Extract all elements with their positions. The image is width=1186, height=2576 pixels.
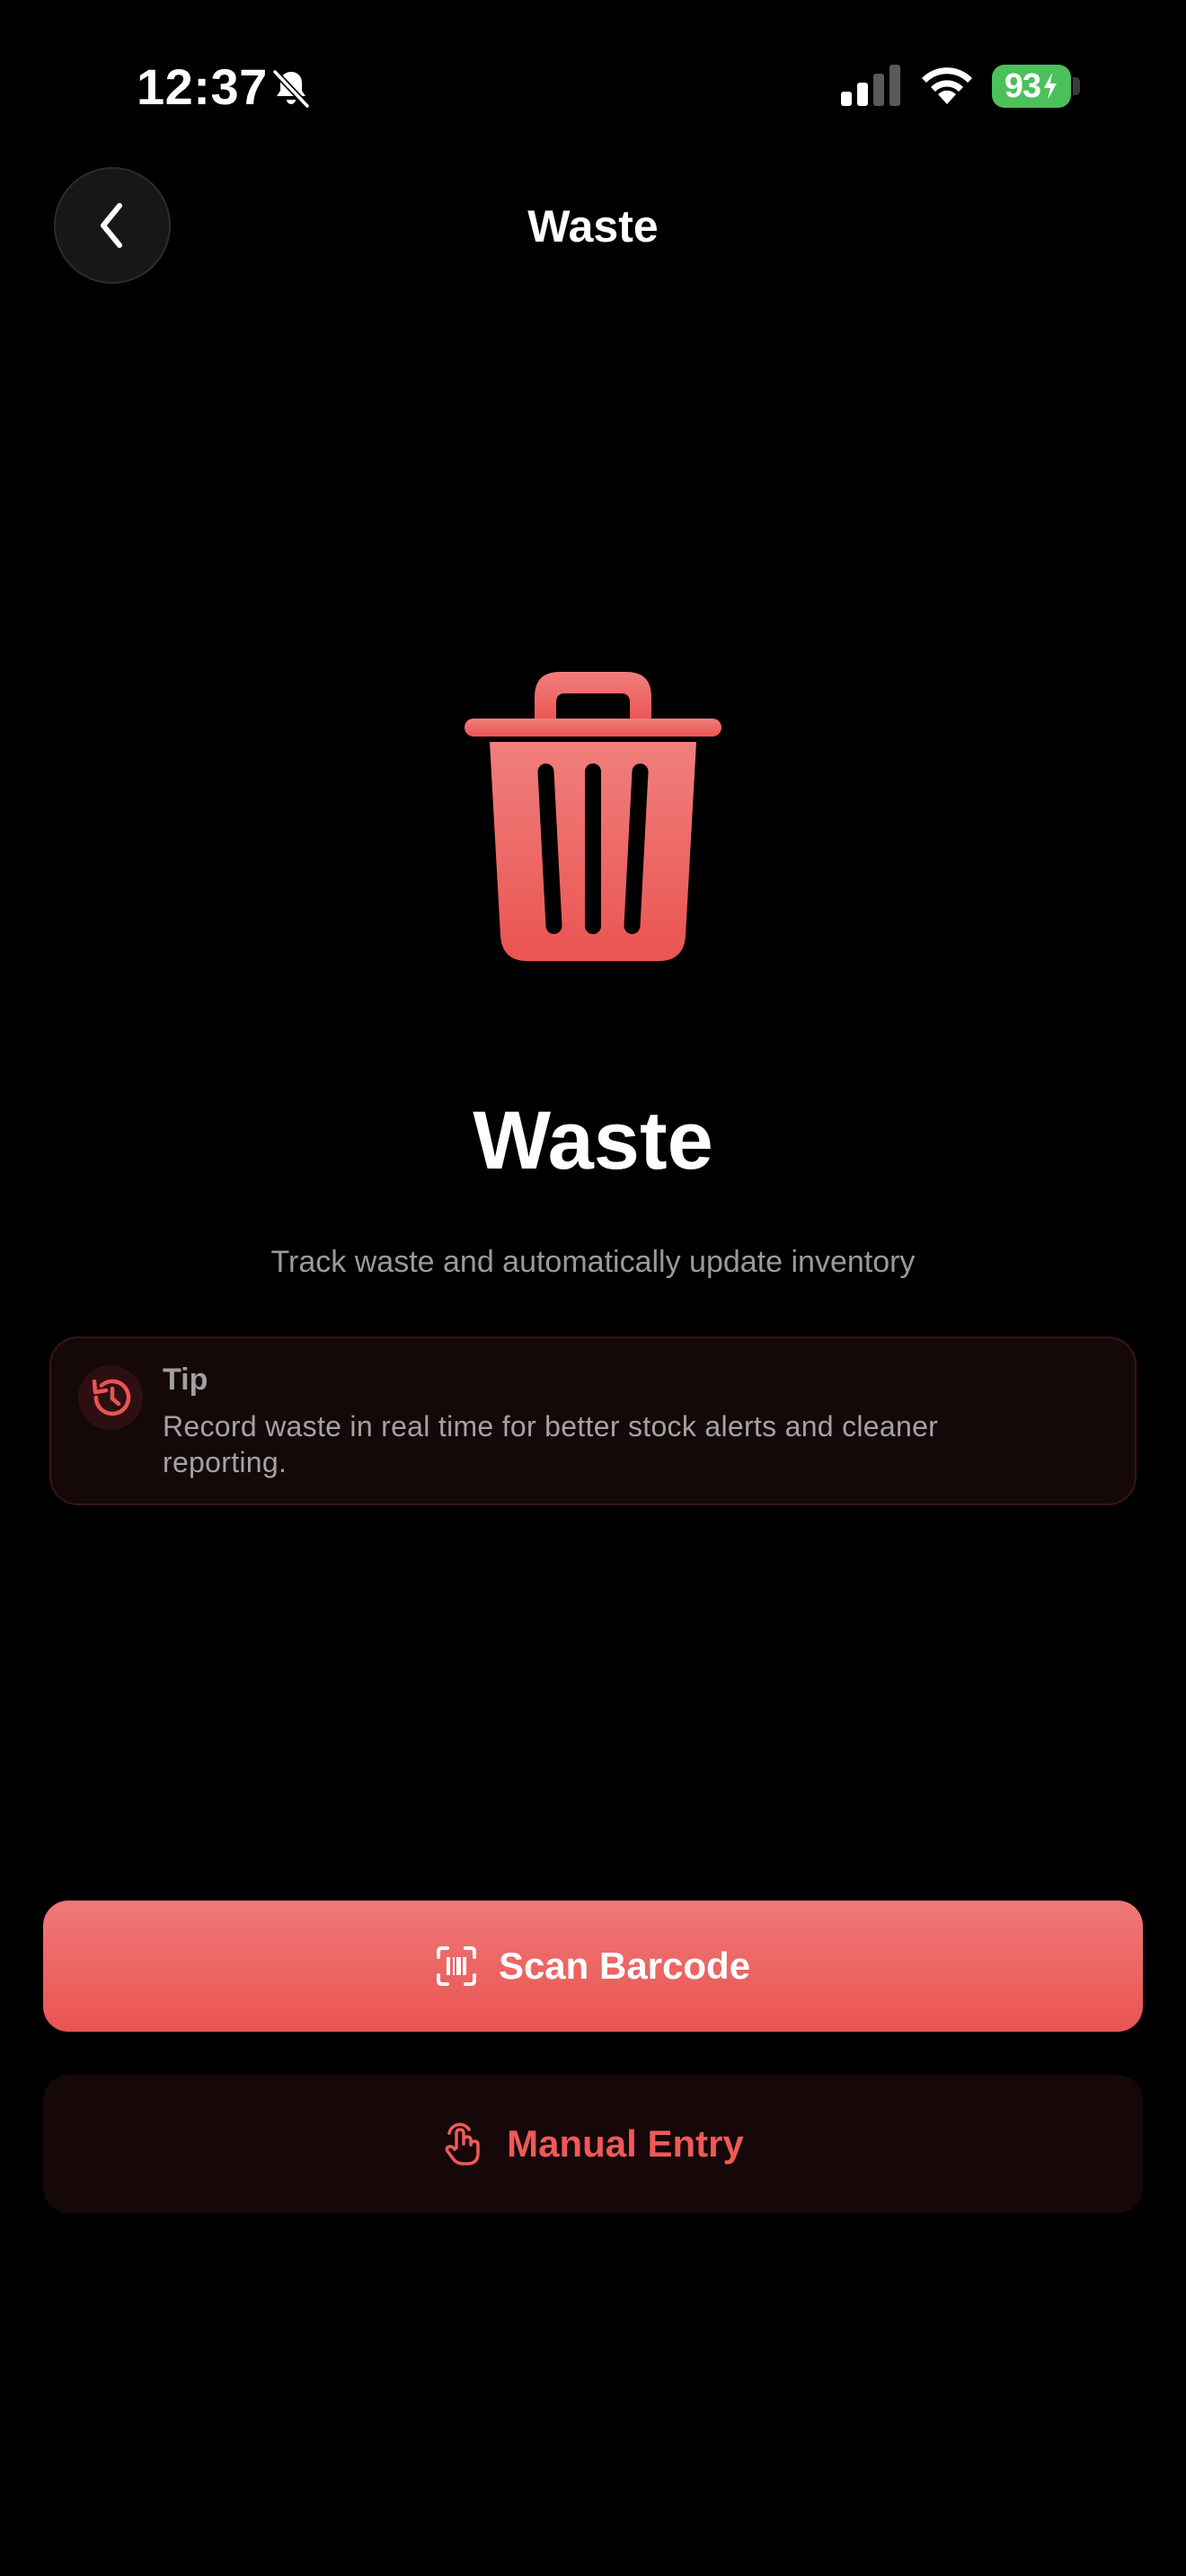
cellular-signal-icon	[841, 65, 900, 106]
tip-icon-badge	[78, 1365, 143, 1430]
tip-label: Tip	[163, 1363, 208, 1397]
battery-tip	[1073, 77, 1080, 95]
manual-entry-label: Manual Entry	[507, 2122, 744, 2165]
hand-tap-icon	[445, 2122, 480, 2166]
hero-title: Waste	[473, 1095, 713, 1187]
charging-bolt-icon	[1044, 73, 1058, 100]
scan-barcode-button[interactable]: Scan Barcode	[43, 1901, 1143, 2032]
tip-card: Tip Record waste in real time for better…	[49, 1337, 1137, 1505]
battery-indicator: 93	[992, 65, 1071, 108]
tip-text: Record waste in real time for better sto…	[163, 1410, 939, 1478]
wifi-icon	[922, 67, 972, 104]
hero-subtitle: Track waste and automatically update inv…	[270, 1245, 916, 1279]
scan-barcode-label: Scan Barcode	[498, 1945, 751, 1987]
manual-entry-button[interactable]: Manual Entry	[43, 2075, 1143, 2213]
nav-title: Waste	[527, 201, 659, 251]
barcode-scan-icon	[436, 1946, 476, 1986]
battery-level: 93	[1004, 66, 1041, 105]
bell-slash-icon	[272, 69, 310, 109]
status-time: 12:37	[137, 58, 268, 115]
trash-icon	[465, 672, 721, 961]
clock-history-icon	[92, 1379, 131, 1416]
